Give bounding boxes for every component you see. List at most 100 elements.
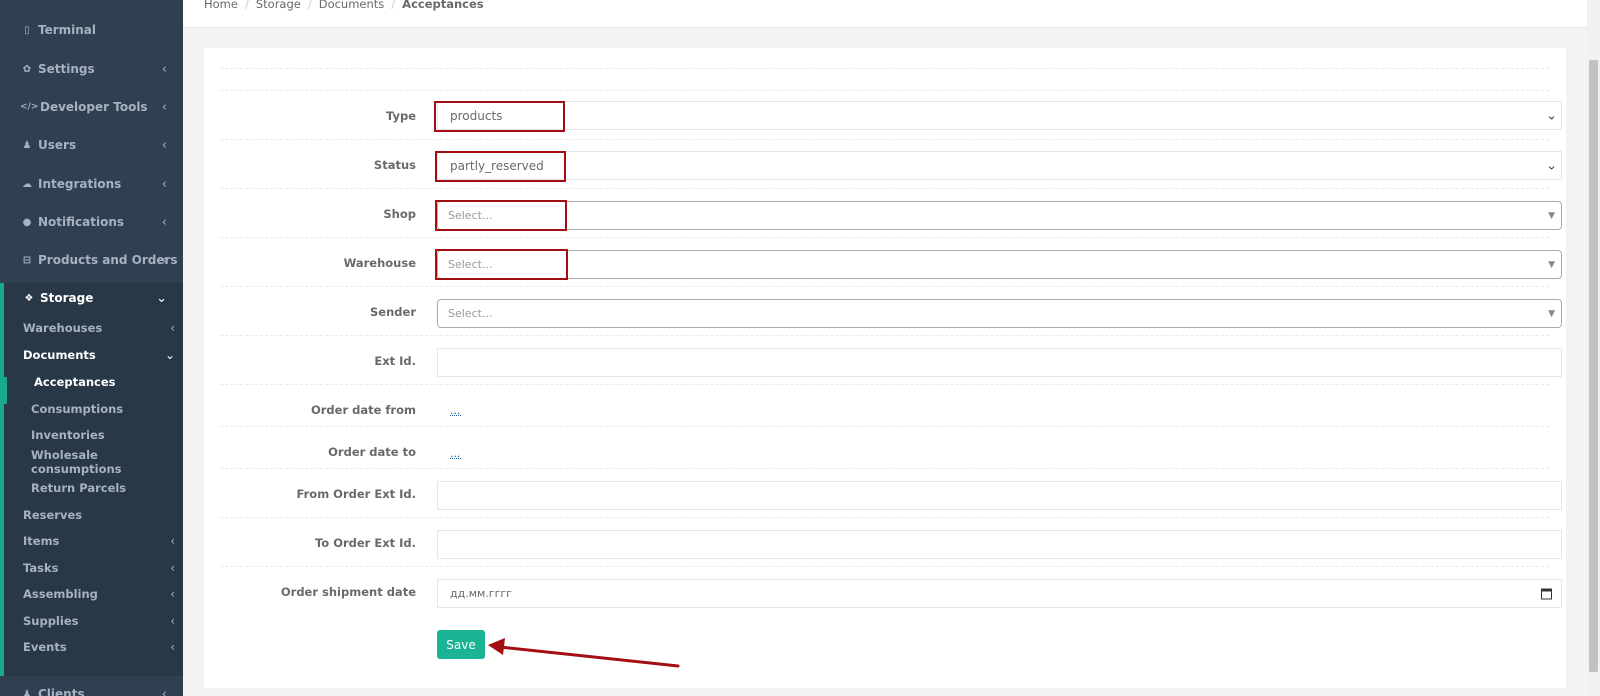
divider — [220, 426, 1549, 427]
sidebar-item-users[interactable]: ♟ Users ‹ — [0, 134, 183, 156]
warehouse-select[interactable]: Select... ▼ — [437, 250, 1562, 279]
sidebar-item-storage[interactable]: ❖ Storage ⌄ — [4, 287, 183, 309]
ext-id-label: Ext Id. — [374, 354, 416, 368]
chevron-left-icon: ‹ — [170, 640, 175, 654]
chevron-left-icon: ‹ — [170, 561, 175, 575]
chevron-left-icon: ‹ — [161, 686, 167, 696]
sidebar-item-items[interactable]: Items ‹ — [4, 531, 183, 551]
chevron-left-icon: ‹ — [161, 252, 167, 268]
type-value: products — [450, 108, 503, 123]
chevron-left-icon: ‹ — [161, 176, 167, 192]
sidebar-item-events[interactable]: Events ‹ — [4, 637, 183, 657]
order-shipment-date-label: Order shipment date — [280, 585, 416, 599]
sidebar-item-label: Consumptions — [31, 402, 124, 416]
breadcrumb-home[interactable]: Home — [204, 0, 238, 11]
sidebar-item-label: Storage — [40, 291, 94, 305]
sidebar-item-label: Warehouses — [23, 321, 103, 335]
sidebar-item-inventories[interactable]: Inventories — [4, 425, 183, 445]
user-icon: ♟ — [22, 139, 32, 151]
sidebar-item-terminal[interactable]: ▯ Terminal — [0, 19, 183, 41]
divider — [220, 68, 1549, 69]
caret-down-icon: ▼ — [1548, 308, 1555, 319]
ext-id-input[interactable] — [437, 348, 1562, 377]
from-order-ext-id-input[interactable] — [437, 481, 1562, 510]
users-icon: ♟ — [22, 688, 32, 696]
shop-placeholder: Select... — [448, 209, 493, 222]
breadcrumb-storage[interactable]: Storage — [256, 0, 301, 11]
sidebar-item-settings[interactable]: ✿ Settings ‹ — [0, 58, 183, 80]
sidebar-item-consumptions[interactable]: Consumptions — [4, 399, 183, 419]
chevron-down-icon: ⌄ — [156, 290, 167, 306]
sidebar-item-label: Terminal — [38, 23, 97, 37]
from-order-ext-id-label: From Order Ext Id. — [296, 487, 417, 501]
status-select[interactable]: partly_reserved ⌄ — [437, 151, 1562, 180]
info-icon: ● — [22, 216, 32, 228]
chevron-down-icon: ⌄ — [1546, 158, 1557, 173]
caret-down-icon: ▼ — [1548, 210, 1555, 221]
sidebar-item-label: Products and Orders — [38, 253, 178, 267]
chevron-left-icon: ‹ — [161, 61, 167, 77]
sidebar-item-documents[interactable]: Documents ⌄ — [4, 345, 183, 365]
to-order-ext-id-input[interactable] — [437, 530, 1562, 559]
breadcrumb-documents[interactable]: Documents — [319, 0, 385, 11]
scrollbar-thumb[interactable] — [1589, 60, 1598, 672]
order-date-to-picker[interactable]: ... — [450, 448, 461, 459]
sender-placeholder: Select... — [448, 307, 493, 320]
status-value: partly_reserved — [450, 158, 544, 173]
chevron-left-icon: ‹ — [170, 587, 175, 601]
chevron-left-icon: ‹ — [161, 214, 167, 230]
divider — [220, 90, 1549, 91]
sidebar-item-label: Integrations — [38, 177, 122, 191]
sidebar-item-return-parcels[interactable]: Return Parcels — [4, 478, 183, 498]
sidebar-item-label: Events — [23, 640, 67, 654]
sidebar-item-supplies[interactable]: Supplies ‹ — [4, 611, 183, 631]
sidebar-item-label: Settings — [38, 62, 95, 76]
sidebar-item-label: Notifications — [38, 215, 125, 229]
sidebar-item-label: Return Parcels — [31, 481, 127, 495]
breadcrumb-current: Acceptances — [402, 0, 484, 11]
order-date-to-label: Order date to — [328, 445, 416, 459]
breadcrumb: Home / Storage / Documents / Acceptances — [204, 0, 484, 11]
sidebar-item-developer-tools[interactable]: </> Developer Tools ‹ — [0, 96, 183, 118]
cart-icon: ⊟ — [22, 254, 32, 266]
sidebar-item-acceptances[interactable]: Acceptances — [4, 372, 183, 392]
code-icon: </> — [20, 102, 39, 112]
type-select[interactable]: products ⌄ — [437, 101, 1562, 130]
tablet-icon: ▯ — [24, 24, 30, 36]
sidebar-item-label: Tasks — [23, 561, 59, 575]
sidebar-item-assembling[interactable]: Assembling ‹ — [4, 584, 183, 604]
shop-label: Shop — [383, 207, 416, 221]
sidebar-item-label: Assembling — [23, 587, 98, 601]
sidebar-storage-section: ❖ Storage ⌄ Warehouses ‹ Documents ⌄ Acc… — [0, 283, 183, 676]
sidebar-item-wholesale-consumptions[interactable]: Wholesale consumptions — [4, 448, 183, 476]
shop-select[interactable]: Select... ▼ — [437, 201, 1562, 230]
sidebar-item-label: Items — [23, 534, 60, 548]
calendar-icon[interactable] — [1541, 588, 1552, 599]
divider — [220, 188, 1549, 189]
sender-select[interactable]: Select... ▼ — [437, 299, 1562, 328]
caret-down-icon: ▼ — [1548, 259, 1555, 270]
sidebar-item-integrations[interactable]: ☁ Integrations ‹ — [0, 173, 183, 195]
chevron-down-icon: ⌄ — [164, 348, 175, 362]
type-label: Type — [385, 109, 416, 123]
sidebar-item-tasks[interactable]: Tasks ‹ — [4, 558, 183, 578]
active-indicator — [4, 377, 7, 404]
order-date-from-picker[interactable]: ... — [450, 405, 461, 416]
sidebar-item-notifications[interactable]: ● Notifications ‹ — [0, 211, 183, 233]
sidebar-item-reserves[interactable]: Reserves — [4, 505, 183, 525]
sidebar-item-clients[interactable]: ♟ Clients ‹ — [0, 683, 183, 696]
sidebar-item-label: Users — [38, 138, 77, 152]
order-shipment-date-input[interactable]: дд.мм.гггг — [437, 579, 1562, 608]
sidebar-item-products-and-orders[interactable]: ⊟ Products and Orders ‹ — [0, 249, 183, 271]
sidebar-item-label: Documents — [23, 348, 96, 362]
divider — [220, 384, 1549, 385]
sidebar-item-warehouses[interactable]: Warehouses ‹ — [4, 318, 183, 338]
sidebar: ▯ Terminal ✿ Settings ‹ </> Developer To… — [0, 0, 183, 696]
divider — [220, 468, 1549, 469]
save-button[interactable]: Save — [437, 630, 485, 659]
sender-label: Sender — [370, 305, 416, 319]
gear-icon: ✿ — [22, 63, 32, 75]
top-bar: Home / Storage / Documents / Acceptances — [183, 0, 1587, 28]
sidebar-item-label: Supplies — [23, 614, 79, 628]
sidebar-item-label: Inventories — [31, 428, 105, 442]
